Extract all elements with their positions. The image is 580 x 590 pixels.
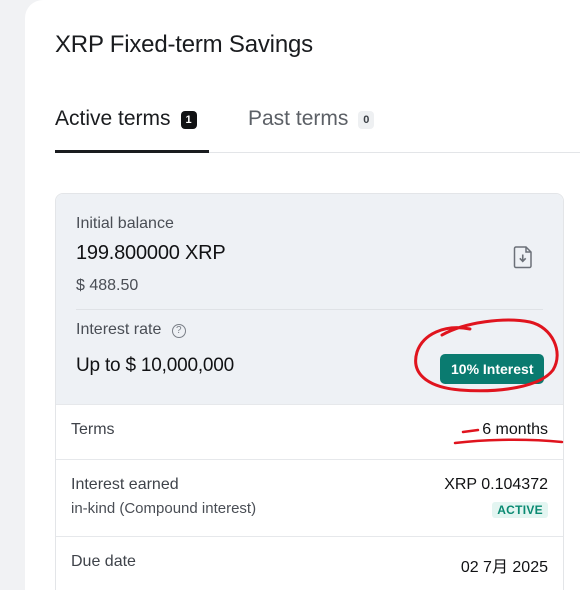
due-date-label: Due date bbox=[71, 553, 136, 570]
past-terms-count-badge: 0 bbox=[358, 111, 375, 129]
due-date-row: Due date 02 7月 2025 bbox=[56, 536, 563, 590]
interest-rate-label: Interest rate bbox=[76, 321, 162, 338]
info-icon[interactable]: ? bbox=[171, 324, 186, 338]
summary-divider bbox=[76, 309, 543, 310]
initial-balance-fiat: $ 488.50 bbox=[76, 277, 139, 294]
due-date-value: 02 7月 2025 bbox=[460, 559, 548, 576]
terms-label: Terms bbox=[71, 421, 115, 438]
document-download-icon[interactable] bbox=[512, 245, 534, 269]
interest-rate-value: Up to $ 10,000,000 bbox=[76, 355, 235, 376]
interest-rate-row: Interest rate ? bbox=[76, 321, 186, 339]
initial-balance-label: Initial balance bbox=[76, 215, 174, 232]
interest-earned-subtitle: in-kind (Compound interest) bbox=[71, 500, 257, 517]
tab-active-terms-label: Active terms bbox=[55, 107, 171, 130]
term-detail-panel: Initial balance 199.800000 XRP $ 488.50 … bbox=[55, 193, 564, 590]
terms-row: Terms 6 months bbox=[56, 404, 563, 459]
term-tabs: Active terms 1 Past terms 0 bbox=[55, 100, 580, 153]
terms-value: 6 months bbox=[482, 421, 548, 438]
interest-earned-row: Interest earned in-kind (Compound intere… bbox=[56, 459, 563, 536]
interest-rate-badge: 10% Interest bbox=[440, 354, 545, 384]
tab-past-terms[interactable]: Past terms 0 bbox=[248, 100, 375, 153]
active-terms-count-badge: 1 bbox=[180, 111, 197, 129]
status-badge: ACTIVE bbox=[492, 502, 548, 518]
tab-active-terms[interactable]: Active terms 1 bbox=[55, 100, 209, 153]
tab-past-terms-label: Past terms bbox=[248, 107, 349, 130]
interest-earned-value: XRP 0.104372 bbox=[444, 476, 548, 493]
page-title: XRP Fixed-term Savings bbox=[55, 31, 313, 58]
interest-earned-label: Interest earned bbox=[71, 476, 179, 493]
initial-balance-amount: 199.800000 XRP bbox=[76, 242, 226, 264]
